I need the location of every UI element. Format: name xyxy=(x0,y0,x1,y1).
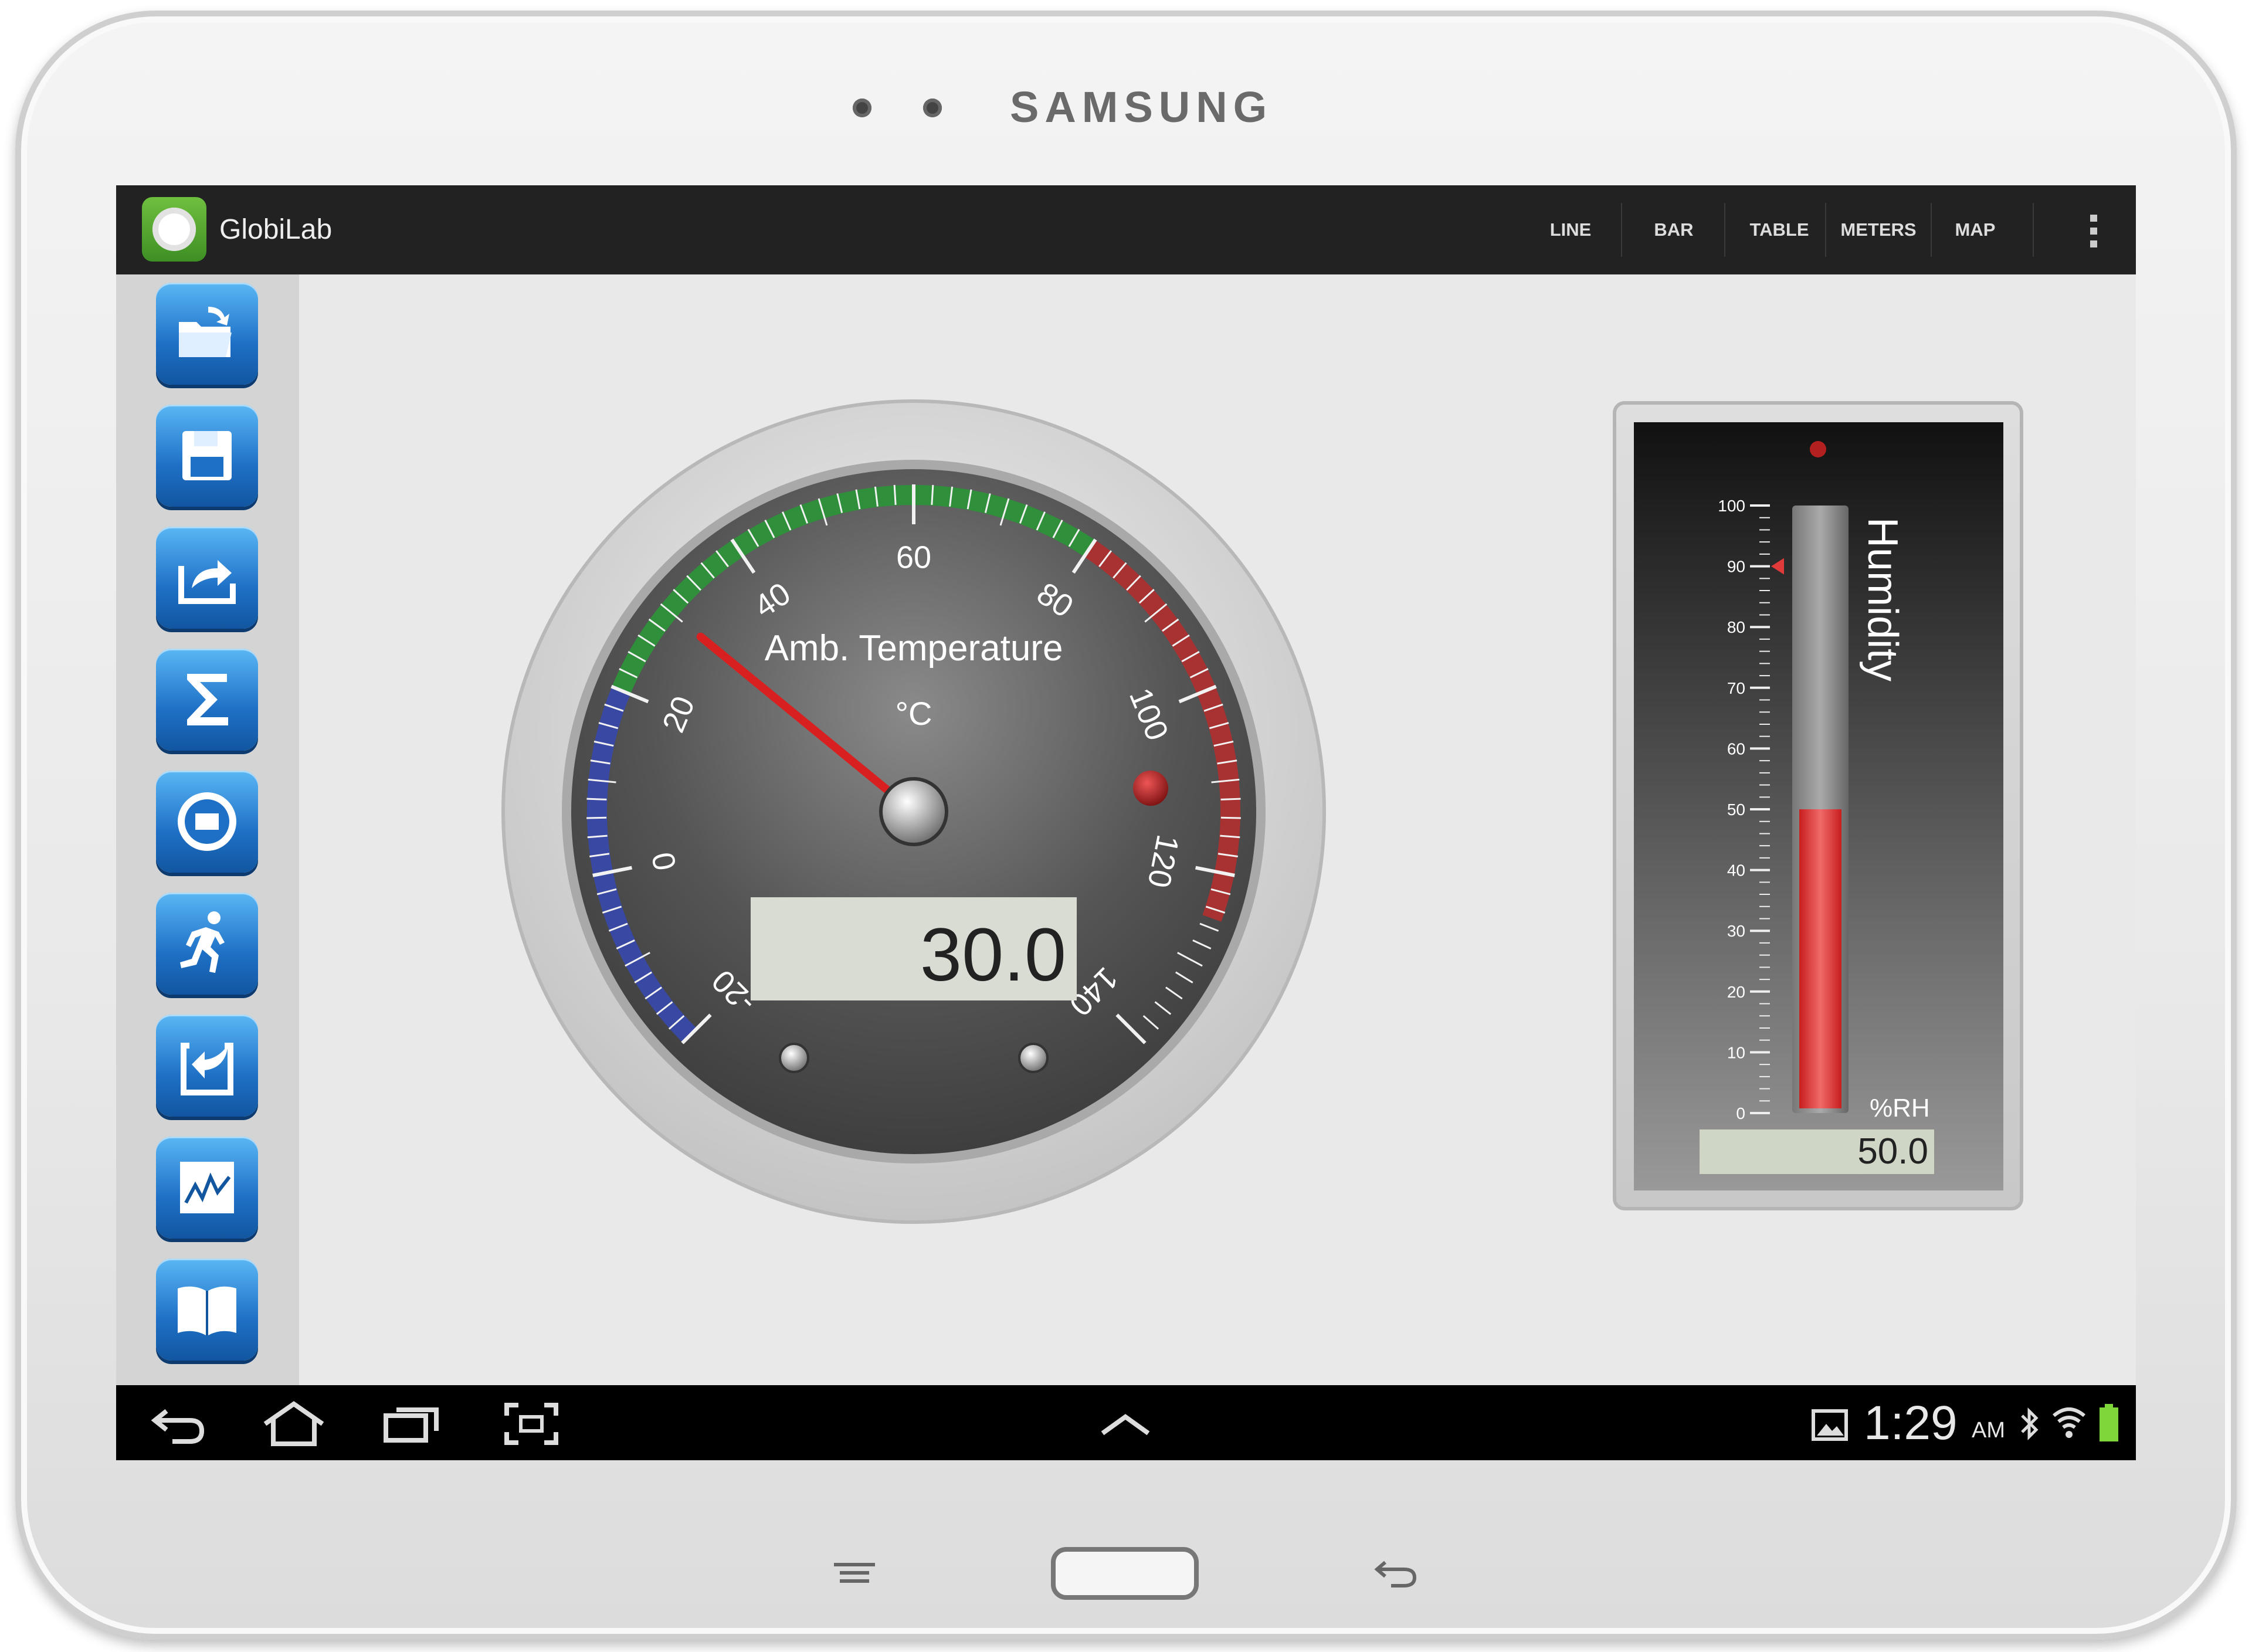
gauge-tick-label: 60 xyxy=(896,540,931,575)
gauge-screw-right xyxy=(1018,1043,1049,1073)
menu-table[interactable]: TABLE xyxy=(1738,219,1820,240)
overflow-menu-icon[interactable] xyxy=(2075,212,2110,250)
gauge-screw-left xyxy=(779,1043,809,1073)
menu-map[interactable]: MAP xyxy=(1940,219,2010,240)
humidity-tick-label: 30 xyxy=(1727,922,1745,940)
gauge-max-pin xyxy=(1133,771,1168,806)
book-button[interactable] xyxy=(156,1258,258,1361)
status-clock: 1:29 xyxy=(1864,1396,1958,1450)
menu-divider xyxy=(1621,203,1622,257)
menu-divider xyxy=(1825,203,1826,257)
humidity-tick-label: 10 xyxy=(1727,1043,1745,1061)
hardware-menu-key-icon[interactable] xyxy=(832,1562,877,1586)
status-ampm: AM xyxy=(1972,1418,2005,1443)
screenshot-icon[interactable] xyxy=(503,1402,559,1446)
hardware-home-button[interactable] xyxy=(1051,1547,1199,1600)
tool-sidebar xyxy=(116,274,299,1385)
statistics-button[interactable] xyxy=(156,649,258,751)
humidity-tick-label: 100 xyxy=(1718,497,1745,515)
gauge-tick xyxy=(893,484,897,505)
hardware-back-key-icon[interactable] xyxy=(1373,1559,1418,1589)
menu-meters[interactable]: METERS xyxy=(1834,219,1922,240)
app-logo-icon[interactable] xyxy=(142,197,206,262)
gauge-title: Amb. Temperature xyxy=(765,628,1063,669)
labdisc-button[interactable] xyxy=(156,771,258,873)
running-man-icon xyxy=(180,911,225,973)
home-icon[interactable] xyxy=(262,1400,326,1447)
save-icon xyxy=(182,431,232,480)
gallery-notification-icon[interactable] xyxy=(1811,1409,1849,1441)
camera-lens xyxy=(923,99,942,117)
graph-icon xyxy=(180,1162,234,1213)
export-button[interactable] xyxy=(156,527,258,629)
humidity-unit: %RH xyxy=(1870,1094,1930,1122)
save-button[interactable] xyxy=(156,405,258,507)
gauge-tick xyxy=(1220,816,1241,819)
humidity-tick-label: 20 xyxy=(1727,983,1745,1001)
menu-line[interactable]: LINE xyxy=(1535,219,1606,240)
humidity-title: Humidity xyxy=(1859,517,1906,681)
book-icon xyxy=(178,1286,236,1335)
gauge-unit: °C xyxy=(896,695,932,732)
run-button[interactable] xyxy=(156,893,258,995)
humidity-indicator-dot xyxy=(1810,441,1826,457)
back-icon[interactable] xyxy=(149,1403,208,1444)
import-button[interactable] xyxy=(156,1015,258,1117)
app-drawer-chevron-icon[interactable] xyxy=(1099,1410,1152,1439)
wifi-icon xyxy=(2053,1407,2085,1438)
menu-bar[interactable]: BAR xyxy=(1639,219,1709,240)
recent-apps-icon[interactable] xyxy=(382,1403,441,1444)
humidity-tick-label: 40 xyxy=(1727,861,1745,880)
humidity-level-bar xyxy=(1799,809,1841,1108)
menu-divider xyxy=(1931,203,1932,257)
menu-divider xyxy=(1724,203,1725,257)
labdisc-icon xyxy=(178,792,236,851)
humidity-tick-label: 0 xyxy=(1736,1104,1745,1122)
sigma-icon xyxy=(187,674,228,725)
battery-icon xyxy=(2100,1404,2118,1441)
humidity-tick-label: 90 xyxy=(1727,558,1745,576)
humidity-meter: 100 90 80 70 60 50 40 30 20 10 0 Humidity %RH 50.0 xyxy=(1613,401,2023,1210)
bluetooth-icon xyxy=(2021,1407,2039,1441)
open-folder-icon xyxy=(179,307,232,357)
app-title: GlobiLab xyxy=(219,214,333,245)
system-navigation-bar: 1:29 AM xyxy=(116,1385,2136,1460)
humidity-tick-label: 70 xyxy=(1727,679,1745,697)
open-folder-button[interactable] xyxy=(156,283,258,385)
tablet-screen: GlobiLab LINE BAR TABLE METERS MAP -20 0… xyxy=(116,185,2136,1460)
menu-divider xyxy=(2033,203,2034,257)
gauge-value: 30.0 xyxy=(920,913,1066,997)
graph-button[interactable] xyxy=(156,1137,258,1239)
humidity-tick-label: 60 xyxy=(1727,740,1745,758)
humidity-tick-label: 80 xyxy=(1727,618,1745,636)
humidity-tick-label: 50 xyxy=(1727,800,1745,819)
device-brand: SAMSUNG xyxy=(1010,83,1273,131)
gauge-hub xyxy=(879,777,948,846)
export-icon xyxy=(178,560,236,604)
humidity-value: 50.0 xyxy=(1857,1131,1928,1172)
temperature-gauge: -20020406080100120140 Amb. Temperature °… xyxy=(501,399,1326,1224)
gauge-tick xyxy=(931,484,934,505)
gauge-tick xyxy=(586,816,607,819)
import-icon xyxy=(181,1043,233,1095)
action-bar: GlobiLab LINE BAR TABLE METERS MAP xyxy=(116,185,2136,274)
camera-sensor xyxy=(853,99,871,117)
